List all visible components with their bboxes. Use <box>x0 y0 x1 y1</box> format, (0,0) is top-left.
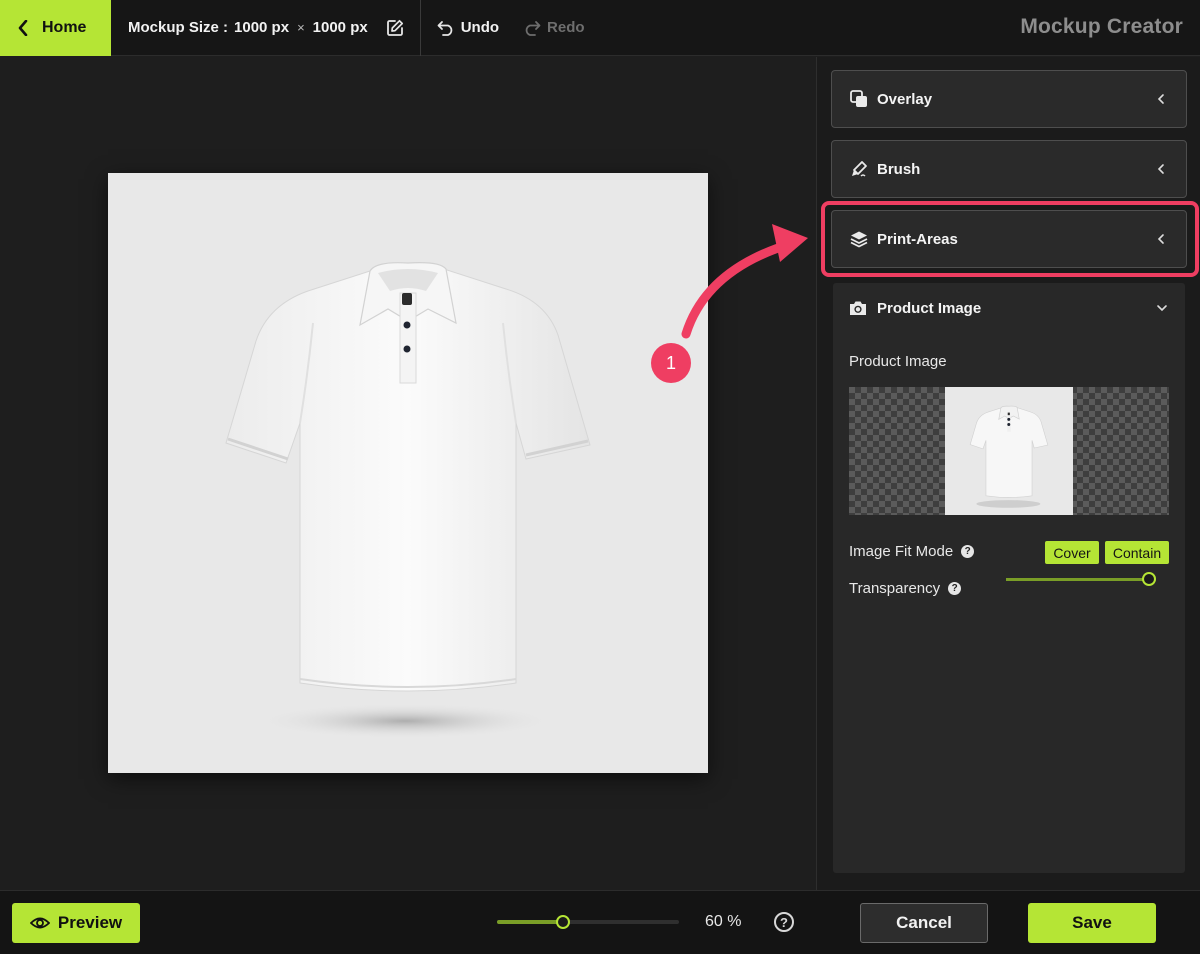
chevron-left-icon <box>18 19 28 36</box>
undo-icon <box>437 20 452 36</box>
product-image-header-label: Product Image <box>877 299 982 317</box>
thumbnail-image <box>945 387 1073 515</box>
brush-icon <box>852 161 867 177</box>
app-title: Mockup Creator <box>1020 15 1183 38</box>
edit-icon[interactable] <box>386 19 404 37</box>
eye-icon <box>29 917 50 929</box>
overlay-label: Overlay <box>877 90 933 108</box>
mockup-width: 1000 px <box>234 19 290 36</box>
product-image-thumbnail[interactable] <box>849 387 1169 515</box>
canvas-area <box>0 57 816 890</box>
redo-button[interactable]: Redo <box>523 19 585 36</box>
mockup-canvas[interactable] <box>108 173 708 773</box>
brush-label: Brush <box>877 160 921 178</box>
size-times-sign: × <box>297 20 305 35</box>
chevron-left-icon <box>1157 164 1164 174</box>
transparency-slider-handle[interactable] <box>1142 572 1156 586</box>
mockup-size-info: Mockup Size : 1000 px × 1000 px <box>111 0 421 56</box>
zoom-slider-fill <box>497 920 563 924</box>
zoom-slider[interactable] <box>497 914 679 930</box>
image-fit-mode-label: Image Fit Mode <box>849 543 954 560</box>
transparency-row: Transparency ? <box>849 580 962 597</box>
home-button[interactable]: Home <box>0 0 111 56</box>
product-image-section: Product Image Product Image Image Fit Mo… <box>833 283 1185 873</box>
mockup-height: 1000 px <box>312 19 368 36</box>
print-areas-highlight-frame <box>821 201 1199 277</box>
settings-panel: Overlay Brush Print-Areas Product Image … <box>816 57 1200 890</box>
overlay-section-header[interactable]: Overlay <box>831 70 1187 128</box>
contain-button[interactable]: Contain <box>1105 541 1169 564</box>
top-bar: Home Mockup Size : 1000 px × 1000 px Und… <box>0 0 1200 56</box>
save-button[interactable]: Save <box>1028 903 1156 943</box>
annotation-arrow <box>681 224 808 339</box>
chevron-left-icon <box>1157 94 1164 104</box>
product-image-section-header[interactable]: Product Image <box>833 283 1185 333</box>
step-badge: 1 <box>651 343 691 383</box>
mockup-size-label: Mockup Size : <box>128 19 229 36</box>
redo-icon <box>525 20 541 36</box>
undo-button[interactable]: Undo <box>437 19 499 36</box>
cover-button[interactable]: Cover <box>1045 541 1099 564</box>
brush-section-header[interactable]: Brush <box>831 140 1187 198</box>
camera-icon <box>850 301 866 315</box>
cancel-button[interactable]: Cancel <box>860 903 988 943</box>
transparency-label: Transparency <box>849 580 941 597</box>
polo-shirt-image <box>225 262 591 739</box>
product-image-label: Product Image <box>849 353 947 370</box>
home-label: Home <box>42 18 87 36</box>
zoom-slider-handle[interactable] <box>556 915 570 929</box>
bottom-bar: Preview 60 % ? Cancel Save <box>0 890 1200 954</box>
polo-shirt-thumbnail <box>969 405 1049 508</box>
transparency-slider[interactable] <box>1006 571 1156 587</box>
help-icon[interactable]: ? <box>774 912 794 932</box>
redo-label: Redo <box>547 19 585 36</box>
help-icon[interactable]: ? <box>961 545 975 558</box>
app-root: Home Mockup Size : 1000 px × 1000 px Und… <box>0 0 1200 954</box>
zoom-level: 60 % <box>705 913 742 930</box>
help-icon[interactable]: ? <box>948 582 962 595</box>
transparency-slider-fill <box>1006 578 1149 581</box>
image-fit-mode-row: Image Fit Mode ? <box>849 543 975 560</box>
overlay-icon <box>850 90 867 107</box>
preview-label: Preview <box>57 913 123 932</box>
undo-label: Undo <box>460 19 500 36</box>
preview-button[interactable]: Preview <box>12 903 140 943</box>
chevron-down-icon <box>1157 305 1167 312</box>
